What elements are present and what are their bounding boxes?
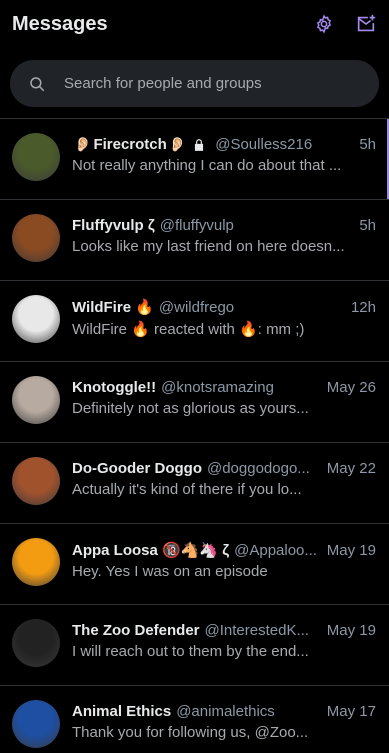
display-name: Animal Ethics bbox=[72, 703, 172, 720]
display-name: Do-Gooder Doggo bbox=[72, 460, 202, 477]
conversation-item[interactable]: Fluffyvulp ζ @fluffyvulp 5h Looks like my l… bbox=[0, 200, 389, 281]
avatar[interactable] bbox=[12, 376, 60, 424]
name-suffix-emoji: 👂🏻 bbox=[168, 136, 187, 152]
timestamp: May 17 bbox=[326, 703, 376, 720]
conversation-content: Animal Ethics @animalethics May 17 Thank yo… bbox=[72, 700, 376, 753]
conversation-header: Appa Loosa 🔞🐴🦄 ζ @Appaloo... May 19 bbox=[72, 541, 376, 560]
name-prefix-emoji: 👂🏻 bbox=[74, 136, 92, 152]
timestamp: May 19 bbox=[326, 622, 376, 639]
conversation-header: The Zoo Defender @InterestedK... May 19 bbox=[72, 622, 376, 639]
header-actions bbox=[313, 13, 377, 35]
user-handle: @wildfrego bbox=[158, 298, 235, 316]
timestamp: May 22 bbox=[326, 460, 376, 477]
search-bar[interactable] bbox=[10, 60, 379, 107]
search-container bbox=[0, 48, 389, 119]
conversation-item[interactable]: Animal Ethics @animalethics May 17 Thank yo… bbox=[0, 686, 389, 753]
conversation-item[interactable]: Appa Loosa 🔞🐴🦄 ζ @Appaloo... May 19 Hey. Ye… bbox=[0, 524, 389, 605]
conversation-item[interactable]: Knotoggle!! @knotsramazing May 26 Definitel… bbox=[0, 362, 389, 443]
search-input[interactable] bbox=[64, 75, 361, 92]
conversation-item[interactable]: WildFire 🔥 @wildfrego 12h WildFire 🔥 reacte… bbox=[0, 281, 389, 362]
avatar[interactable] bbox=[12, 133, 60, 181]
conversation-item[interactable]: The Zoo Defender @InterestedK... May 19 I w… bbox=[0, 605, 389, 686]
message-preview: WildFire 🔥 reacted with 🔥: mm ;) bbox=[72, 321, 305, 338]
conversation-header: Do-Gooder Doggo @doggodogo... May 22 bbox=[72, 460, 376, 477]
user-handle: @knotsramazing bbox=[161, 379, 274, 396]
display-name: The Zoo Defender bbox=[72, 622, 200, 639]
avatar[interactable] bbox=[12, 457, 60, 505]
conversation-header: 👂🏻 Firecrotch 👂🏻 @Soulless216 5h bbox=[72, 136, 376, 153]
user-handle: @fluffyvulp bbox=[159, 217, 234, 234]
user-handle: @InterestedK... bbox=[204, 622, 309, 639]
avatar[interactable] bbox=[12, 214, 60, 262]
conversation-list: 👂🏻 Firecrotch 👂🏻 @Soulless216 5h Not really a… bbox=[0, 119, 389, 753]
avatar[interactable] bbox=[12, 538, 60, 586]
timestamp: 5h bbox=[359, 217, 376, 234]
timestamp: May 19 bbox=[326, 541, 376, 559]
avatar[interactable] bbox=[12, 700, 60, 748]
user-handle: @Soulless216 bbox=[215, 136, 313, 153]
message-preview: Definitely not as glorious as yours... bbox=[72, 400, 309, 417]
conversation-content: 👂🏻 Firecrotch 👂🏻 @Soulless216 5h Not really a… bbox=[72, 133, 376, 199]
timestamp: 5h bbox=[359, 136, 376, 153]
conversation-content: WildFire 🔥 @wildfrego 12h WildFire 🔥 reacte… bbox=[72, 295, 376, 361]
timestamp: May 26 bbox=[326, 379, 376, 396]
search-icon bbox=[28, 75, 46, 93]
message-preview: Hey. Yes I was on an episode bbox=[72, 563, 268, 580]
user-handle: @Appaloo... bbox=[234, 541, 317, 559]
lock-icon bbox=[192, 138, 206, 152]
header: Messages bbox=[0, 0, 389, 48]
message-preview: Looks like my last friend on here doesn.… bbox=[72, 238, 345, 255]
display-name: Knotoggle!! bbox=[72, 379, 157, 396]
gear-icon[interactable] bbox=[313, 13, 335, 35]
conversation-content: Fluffyvulp ζ @fluffyvulp 5h Looks like my l… bbox=[72, 214, 376, 280]
conversation-header: Fluffyvulp ζ @fluffyvulp 5h bbox=[72, 217, 376, 234]
page-title: Messages bbox=[12, 12, 108, 35]
message-preview: Actually it's kind of there if you lo... bbox=[72, 481, 302, 498]
message-preview: I will reach out to them by the end... bbox=[72, 643, 309, 660]
conversation-header: Animal Ethics @animalethics May 17 bbox=[72, 703, 376, 720]
user-handle: @doggodogo... bbox=[206, 460, 310, 477]
conversation-header: Knotoggle!! @knotsramazing May 26 bbox=[72, 379, 376, 396]
display-name: Firecrotch bbox=[93, 136, 167, 153]
conversation-content: Do-Gooder Doggo @doggodogo... May 22 Actual… bbox=[72, 457, 376, 523]
conversation-content: Knotoggle!! @knotsramazing May 26 Definitel… bbox=[72, 376, 376, 442]
avatar[interactable] bbox=[12, 295, 60, 343]
display-name: WildFire 🔥 bbox=[72, 299, 154, 316]
message-preview: Thank you for following us, @Zoo... bbox=[72, 724, 309, 741]
message-preview: Not really anything I can do about that … bbox=[72, 157, 342, 174]
avatar[interactable] bbox=[12, 619, 60, 667]
user-handle: @animalethics bbox=[176, 703, 275, 720]
conversation-content: Appa Loosa 🔞🐴🦄 ζ @Appaloo... May 19 Hey. Ye… bbox=[72, 538, 376, 604]
conversation-content: The Zoo Defender @InterestedK... May 19 I w… bbox=[72, 619, 376, 685]
display-name: Fluffyvulp ζ bbox=[72, 217, 155, 234]
timestamp: 12h bbox=[350, 298, 376, 316]
conversation-header: WildFire 🔥 @wildfrego 12h bbox=[72, 298, 376, 317]
display-name: Appa Loosa 🔞🐴🦄 ζ bbox=[72, 542, 230, 559]
conversation-item[interactable]: Do-Gooder Doggo @doggodogo... May 22 Actual… bbox=[0, 443, 389, 524]
conversation-item[interactable]: 👂🏻 Firecrotch 👂🏻 @Soulless216 5h Not really a… bbox=[0, 119, 389, 200]
new-message-icon[interactable] bbox=[355, 13, 377, 35]
